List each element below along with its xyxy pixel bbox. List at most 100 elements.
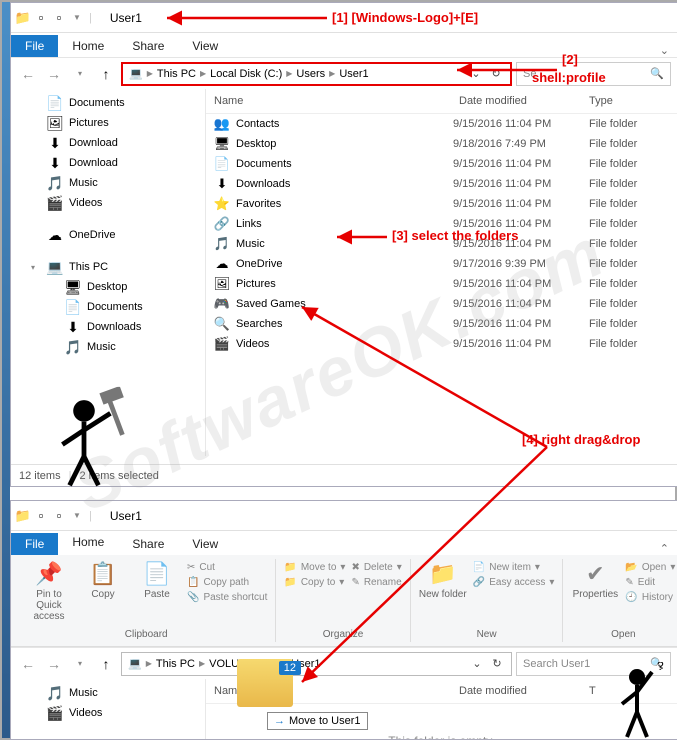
properties-qat-icon[interactable]: ▫ xyxy=(33,10,49,26)
search-input[interactable]: Search User1 🔍 xyxy=(516,652,671,676)
qat-dropdown-icon[interactable]: ▼ xyxy=(69,508,85,524)
nav-item-label: Download xyxy=(69,137,118,149)
file-row[interactable]: 🎮Saved Games9/15/2016 11:04 PMFile folde… xyxy=(206,294,677,314)
file-row[interactable]: 👥Contacts9/15/2016 11:04 PMFile folder xyxy=(206,114,677,134)
tab-file[interactable]: File xyxy=(11,35,58,57)
navigation-pane[interactable]: 📄Documents🖼Pictures⬇Download⬇Download🎵Mu… xyxy=(11,89,206,456)
file-row[interactable]: 🖼Pictures9/15/2016 11:04 PMFile folder xyxy=(206,274,677,294)
properties-qat-icon[interactable]: ▫ xyxy=(33,508,49,524)
tab-file[interactable]: File xyxy=(11,533,58,555)
delete-button[interactable]: ✖ Delete ▾ xyxy=(351,561,401,574)
tab-share[interactable]: Share xyxy=(118,35,178,57)
col-type[interactable]: T xyxy=(589,685,669,697)
forward-button[interactable]: → xyxy=(43,63,65,85)
search-input[interactable]: Se 🔍 xyxy=(516,62,671,86)
newfolder-qat-icon[interactable]: ▫ xyxy=(51,10,67,26)
nav-item[interactable]: 🖼Pictures xyxy=(11,113,205,133)
address-bar[interactable]: 💻▶ This PC▶ Local Disk (C:)▶ Users▶ User… xyxy=(121,62,512,86)
file-row[interactable]: 📄Documents9/15/2016 11:04 PMFile folder xyxy=(206,154,677,174)
address-dropdown-icon[interactable]: ⌄ xyxy=(467,657,487,670)
file-row[interactable]: ☁OneDrive9/17/2016 9:39 PMFile folder xyxy=(206,254,677,274)
nav-item[interactable]: ▾💻This PC xyxy=(11,257,205,277)
ribbon-collapse-icon[interactable]: ⌃ xyxy=(652,542,677,555)
col-date[interactable]: Date modified xyxy=(459,95,589,107)
titlebar[interactable]: 📁 ▫ ▫ ▼ | User1 xyxy=(11,501,677,531)
tab-view[interactable]: View xyxy=(178,35,232,57)
back-button[interactable]: ← xyxy=(17,63,39,85)
nav-item-icon: 🎵 xyxy=(47,685,63,701)
nav-item[interactable]: 🎵Music xyxy=(11,173,205,193)
breadcrumb-seg[interactable]: This PC xyxy=(155,68,198,80)
pc-icon[interactable]: 💻 xyxy=(126,657,144,670)
tab-share[interactable]: Share xyxy=(118,533,178,555)
titlebar[interactable]: 📁 ▫ ▫ ▼ | User1 xyxy=(11,3,677,33)
separator: | xyxy=(89,510,92,522)
breadcrumb-seg[interactable]: Users xyxy=(294,68,327,80)
navigation-pane[interactable]: 🎵Music🎬Videos☁OneDrive🖥Desktop xyxy=(11,679,206,739)
pc-icon[interactable]: 💻 xyxy=(127,67,145,80)
newfolder-qat-icon[interactable]: ▫ xyxy=(51,508,67,524)
address-bar[interactable]: 💻▶ This PC▶ VOLUME (D:)▶ User1 ⌄ ↻ xyxy=(121,652,512,676)
nav-item[interactable]: 🎬Videos xyxy=(11,193,205,213)
nav-item[interactable]: 🎵Music xyxy=(11,683,205,703)
nav-item[interactable]: ☁OneDrive xyxy=(11,735,205,739)
file-row[interactable]: 🎬Videos9/15/2016 11:04 PMFile folder xyxy=(206,334,677,354)
ribbon-expand-icon[interactable]: ⌄ xyxy=(652,44,677,57)
file-row[interactable]: 🎵Music9/15/2016 11:04 PMFile folder xyxy=(206,234,677,254)
nav-item[interactable]: 📄Documents xyxy=(11,297,205,317)
file-icon: ⭐ xyxy=(214,196,230,212)
breadcrumb-seg[interactable]: Local Disk (C:) xyxy=(208,68,284,80)
nav-item[interactable]: ☁OneDrive xyxy=(11,225,205,245)
file-row[interactable]: 🔍Searches9/15/2016 11:04 PMFile folder xyxy=(206,314,677,334)
tab-home[interactable]: Home xyxy=(58,35,118,57)
nav-item[interactable]: 🎬Videos xyxy=(11,703,205,723)
file-row[interactable]: ⬇Downloads9/15/2016 11:04 PMFile folder xyxy=(206,174,677,194)
forward-button[interactable]: → xyxy=(43,653,65,675)
pin-quick-access-button[interactable]: 📌Pin to Quick access xyxy=(25,561,73,622)
column-headers[interactable]: Name Date modified Type xyxy=(206,89,677,114)
nav-item[interactable]: ⬇Download xyxy=(11,133,205,153)
copy-path-button[interactable]: 📋 Copy path xyxy=(187,576,267,589)
new-item-button[interactable]: 📄 New item ▾ xyxy=(473,561,555,574)
back-button[interactable]: ← xyxy=(17,653,39,675)
tab-view[interactable]: View xyxy=(178,533,232,555)
refresh-icon[interactable]: ↻ xyxy=(487,657,507,670)
cut-button[interactable]: ✂ Cut xyxy=(187,561,267,574)
nav-item[interactable]: 🎵Music xyxy=(11,337,205,357)
address-dropdown-icon[interactable]: ⌄ xyxy=(466,67,486,80)
recent-dropdown-icon[interactable]: ▾ xyxy=(69,653,91,675)
col-type[interactable]: Type xyxy=(589,95,669,107)
history-button[interactable]: 🕘 History xyxy=(625,591,675,604)
file-row[interactable]: ⭐Favorites9/15/2016 11:04 PMFile folder xyxy=(206,194,677,214)
refresh-icon[interactable]: ↻ xyxy=(486,67,506,80)
file-list[interactable]: Name Date modified Type 👥Contacts9/15/20… xyxy=(206,89,677,456)
paste-shortcut-button[interactable]: 📎 Paste shortcut xyxy=(187,591,267,604)
file-row[interactable]: 🔗Links9/15/2016 11:04 PMFile folder xyxy=(206,214,677,234)
qat-dropdown-icon[interactable]: ▼ xyxy=(69,10,85,26)
copy-to-button[interactable]: 📁 Copy to ▾ xyxy=(284,576,345,589)
breadcrumb-seg[interactable]: User1 xyxy=(337,68,370,80)
copy-button[interactable]: 📋Copy xyxy=(79,561,127,600)
move-to-button[interactable]: 📁 Move to ▾ xyxy=(284,561,345,574)
easy-access-button[interactable]: 🔗 Easy access ▾ xyxy=(473,576,555,589)
file-row[interactable]: 🖥Desktop9/18/2016 7:49 PMFile folder xyxy=(206,134,677,154)
breadcrumb-seg[interactable]: This PC xyxy=(154,658,197,670)
nav-item[interactable]: ⬇Download xyxy=(11,153,205,173)
rename-button[interactable]: ✎ Rename xyxy=(351,576,401,589)
tab-home[interactable]: Home xyxy=(58,531,118,555)
nav-item[interactable]: ⬇Downloads xyxy=(11,317,205,337)
paste-button[interactable]: 📄Paste xyxy=(133,561,181,600)
nav-item[interactable]: 🖥Desktop xyxy=(11,277,205,297)
properties-button[interactable]: ✔Properties xyxy=(571,561,619,600)
up-button[interactable]: ↑ xyxy=(95,653,117,675)
col-date[interactable]: Date modified xyxy=(459,685,589,697)
recent-dropdown-icon[interactable]: ▾ xyxy=(69,63,91,85)
nav-item[interactable]: 📄Documents xyxy=(11,93,205,113)
up-button[interactable]: ↑ xyxy=(95,63,117,85)
open-button[interactable]: 📂 Open ▾ xyxy=(625,561,675,574)
file-date: 9/18/2016 7:49 PM xyxy=(453,138,583,150)
tree-expander-icon[interactable]: ▾ xyxy=(31,263,41,272)
new-folder-button[interactable]: 📁New folder xyxy=(419,561,467,600)
edit-button[interactable]: ✎ Edit xyxy=(625,576,675,589)
col-name[interactable]: Name xyxy=(214,95,459,107)
